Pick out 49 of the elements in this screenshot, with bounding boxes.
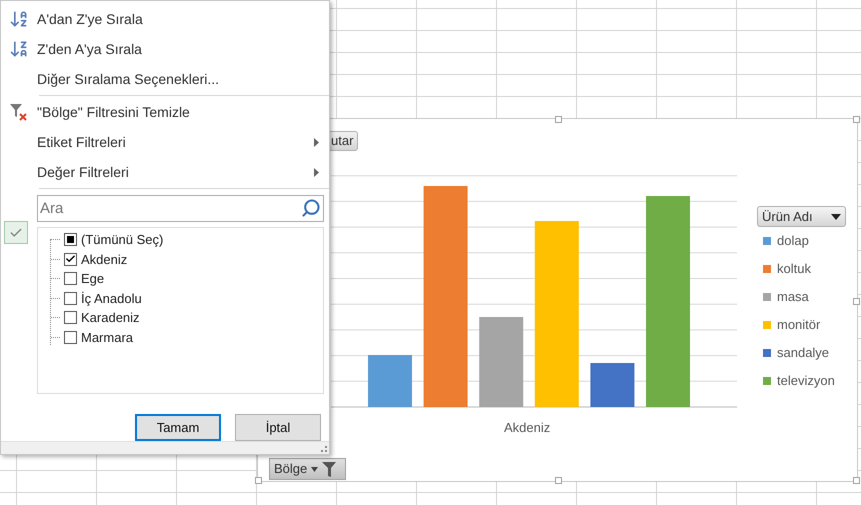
bar: [368, 355, 412, 407]
list-item-label[interactable]: Marmara: [81, 328, 134, 347]
dialog-button[interactable]: İptal: [235, 414, 321, 441]
checkbox[interactable]: [64, 252, 77, 266]
check-icon: [4, 221, 28, 244]
menu-item-label: Z'den A'ya Sırala: [37, 40, 143, 59]
checkbox[interactable]: [64, 233, 77, 246]
checkbox[interactable]: [64, 272, 77, 286]
submenu-arrow-icon: [314, 168, 319, 176]
resize-handle[interactable]: [853, 298, 860, 305]
clear-filter-icon: [9, 102, 29, 122]
resize-handle[interactable]: [255, 477, 262, 484]
submenu-arrow-icon: [314, 138, 319, 146]
menu-item-label: Etiket Filtreleri: [37, 132, 127, 152]
legend-label: sandalye: [777, 344, 830, 362]
resize-handle[interactable]: [555, 116, 562, 123]
list-item-label[interactable]: (Tümünü Seç): [81, 230, 164, 250]
resize-handle[interactable]: [555, 477, 562, 484]
legend-label: monitör: [777, 316, 820, 334]
checkbox[interactable]: [64, 292, 77, 305]
list-item-label[interactable]: Ege: [81, 269, 104, 288]
resize-grip-icon: [321, 446, 327, 452]
legend-label: masa: [777, 288, 809, 306]
resize-handle[interactable]: [853, 116, 860, 123]
field-button[interactable]: Bölge: [269, 458, 346, 480]
list-item-label[interactable]: Akdeniz: [81, 250, 128, 269]
legend-label: koltuk: [777, 260, 811, 278]
list-item-label[interactable]: Karadeniz: [81, 308, 140, 328]
filter-icon: [322, 461, 336, 477]
search-field[interactable]: Ara: [37, 195, 324, 222]
menu-item-label: "Bölge" Filtresini Temizle: [37, 102, 191, 122]
search-icon: [301, 198, 321, 218]
dialog-button[interactable]: Tamam: [135, 414, 221, 441]
menu-item-label: A'dan Z'ye Sırala: [37, 10, 144, 29]
sort-ascending-icon: [9, 9, 29, 29]
legend-field-button[interactable]: Ürün Adı: [757, 206, 846, 227]
checkbox[interactable]: [64, 311, 77, 324]
resize-handle[interactable]: [853, 477, 860, 484]
list-item-label[interactable]: İç Anadolu: [81, 288, 142, 308]
category-label: Akdeniz: [504, 419, 550, 437]
sort-descending-icon: [9, 39, 29, 59]
caret-icon: [311, 466, 318, 472]
menu-item-label: Diğer Sıralama Seçenekleri...: [37, 70, 220, 89]
bar: [590, 363, 634, 407]
caret-icon: [831, 214, 841, 220]
legend-label: televizyon: [777, 372, 835, 390]
checkbox[interactable]: [64, 330, 77, 344]
menu-item-label: Değer Filtreleri: [37, 162, 130, 182]
legend-label: dolap: [777, 232, 809, 250]
